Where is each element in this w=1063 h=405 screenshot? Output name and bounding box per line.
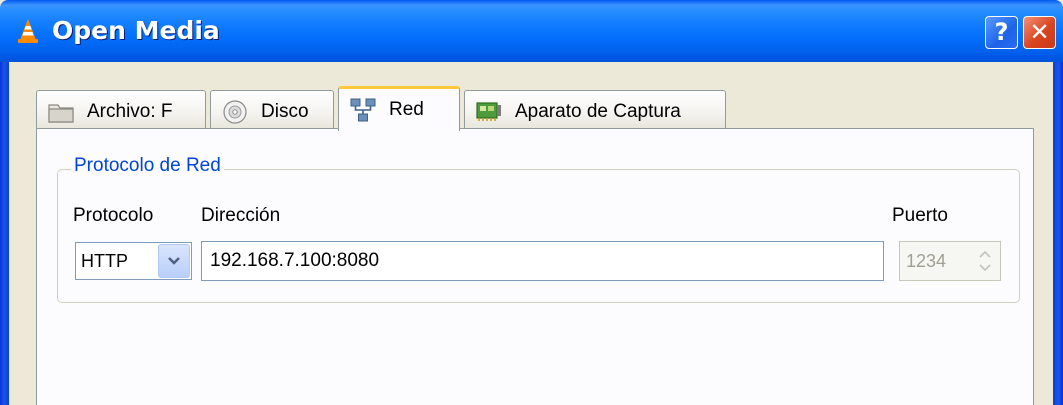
help-button[interactable]: ? — [985, 16, 1018, 49]
tab-aparato-de-captura[interactable]: Aparato de Captura — [464, 90, 726, 132]
protocol-select[interactable]: HTTP — [75, 242, 192, 280]
close-button[interactable]: ✕ — [1023, 16, 1056, 49]
port-spinbox[interactable]: 1234 — [899, 241, 1001, 281]
tab-red-label: Red — [389, 99, 424, 120]
window-left-border — [0, 60, 9, 405]
address-input[interactable] — [201, 241, 884, 281]
tab-red[interactable]: Red — [338, 86, 460, 131]
network-icon — [350, 98, 376, 122]
window-right-border — [1053, 60, 1063, 405]
tab-disco[interactable]: Disco — [210, 90, 334, 132]
address-label: Dirección — [201, 205, 281, 226]
tab-panel-red: Protocolo de Red Protocolo Dirección Pue… — [36, 128, 1034, 405]
title-bar[interactable]: Open Media ? ✕ — [0, 0, 1063, 62]
open-media-window: Open Media ? ✕ Archivo: F Disco Red Apar… — [0, 0, 1063, 405]
folder-icon — [48, 103, 74, 123]
tab-disco-label: Disco — [261, 100, 309, 122]
capture-card-icon — [476, 101, 501, 121]
spin-arrows-icon[interactable] — [976, 248, 994, 274]
tab-archivo-label: Archivo: F — [87, 100, 173, 122]
protocol-select-value: HTTP — [81, 251, 128, 271]
network-protocol-group: Protocolo de Red — [57, 155, 1020, 303]
tab-archivo[interactable]: Archivo: F — [36, 90, 206, 132]
vlc-cone-icon — [18, 19, 38, 43]
tab-strip: Archivo: F Disco Red Aparato de Captura — [36, 86, 836, 132]
disc-icon — [223, 99, 247, 124]
group-title: Protocolo de Red — [71, 155, 224, 177]
port-label: Puerto — [892, 205, 948, 226]
tab-aparato-de-captura-label: Aparato de Captura — [515, 100, 681, 122]
protocol-dropdown-button[interactable] — [158, 244, 190, 278]
protocol-label: Protocolo — [73, 205, 154, 226]
port-value: 1234 — [906, 251, 947, 271]
window-title: Open Media — [52, 16, 220, 45]
chevron-down-icon — [168, 257, 180, 265]
